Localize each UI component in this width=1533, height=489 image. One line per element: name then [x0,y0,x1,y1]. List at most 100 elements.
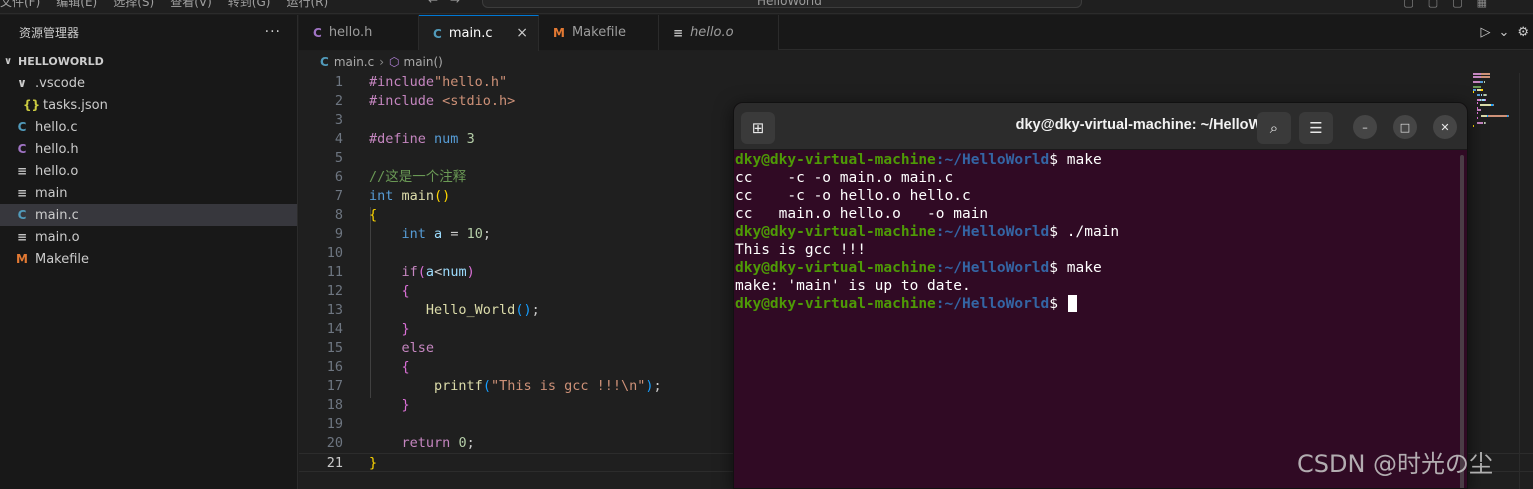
minimap[interactable] [1470,73,1526,133]
menu-item[interactable]: 文件(F) [0,0,40,10]
tree-item-tasks-json[interactable]: {} tasks.json [0,94,297,116]
minimap-line [1488,114,1507,117]
tree-item-hello-c[interactable]: Chello.c [0,116,297,138]
line-number: 12 [326,283,343,299]
file-tree: ∨ .vscode {} tasks.json Chello.c Chello.h ≡ hel… [0,72,297,270]
line-number: 9 [334,226,343,242]
minimap-line [1473,125,1474,127]
code-text: printf("This is gcc !!!\n"); [434,378,662,394]
workspace-section[interactable]: ∨ HELLOWORLD [0,50,297,72]
minimap-line [1508,114,1509,117]
minimap-line [1477,93,1480,96]
close-tab-icon[interactable]: × [516,25,528,41]
prompt-path: :~/HelloWorld [935,296,1050,312]
tree-item-label: main.o [35,229,80,245]
explorer-header: 资源管理器 ··· [0,15,297,49]
breadcrumb-symbol[interactable]: main() [404,55,443,69]
menu-button[interactable]: ☰ [1299,112,1333,144]
tree-item-main-c[interactable]: Cmain.c [0,204,297,226]
breadcrumb: C main.c › ⬡ main() [299,51,1533,73]
layout-sidebar-icon[interactable]: ▢ [1403,0,1413,9]
json-icon: {} [23,98,41,112]
line-number: 15 [326,340,343,356]
line-number: 17 [326,378,343,394]
menu-item[interactable]: 转到(G) [228,0,271,10]
tree-item--vscode[interactable]: ∨ .vscode [0,72,297,94]
code-line: 1 #include"hello.h" [299,73,1533,92]
editor-scrollbar[interactable] [1519,73,1533,489]
close-button[interactable]: ✕ [1433,115,1457,139]
tree-item-label: .vscode [35,75,85,91]
line-number: 14 [326,321,343,337]
settings-gear-icon[interactable]: ⚙ [1517,25,1529,40]
prompt-command: $ make [1049,260,1102,276]
object-file-icon: ≡ [16,164,28,178]
tree-item-makefile[interactable]: M Makefile [0,248,297,270]
terminal-titlebar[interactable]: ⊞ dky@dky-virtual-machine: ~/HelloWorld … [734,103,1467,150]
minimize-button[interactable]: – [1353,115,1377,139]
terminal-prompt-line: dky@dky-virtual-machine:~/HelloWorld$ [734,295,1467,313]
chevron-down-icon: ∨ [17,76,27,90]
layout-aux-icon[interactable]: ▢ [1452,0,1462,9]
run-icon[interactable]: ▷ [1480,25,1490,40]
tree-item-hello-o[interactable]: ≡ hello.o [0,160,297,182]
code-text: { [401,283,410,299]
tab-hello-h[interactable]: Chello.h [299,15,419,50]
terminal-output[interactable]: dky@dky-virtual-machine:~/HelloWorld$ ma… [734,151,1467,313]
line-number: 1 [334,74,343,90]
terminal-prompt-line: dky@dky-virtual-machine:~/HelloWorld$ ma… [734,259,1467,277]
makefile-icon: M [16,252,28,266]
search-button[interactable]: ⌕ [1257,112,1291,144]
tab-label: hello.h [328,25,373,40]
terminal-output-line: make: 'main' is up to date. [735,278,971,294]
tree-item-hello-h[interactable]: Chello.h [0,138,297,160]
layout-controls: ▢ ▢ ▢ ▦ [1403,0,1487,9]
terminal-window[interactable]: ⊞ dky@dky-virtual-machine: ~/HelloWorld … [733,102,1468,489]
code-text: #include <stdio.h> [369,93,516,109]
code-text: Hello_World(); [425,302,540,318]
prompt-user: dky@dky-virtual-machine [735,296,936,312]
line-number: 6 [334,169,343,185]
minimap-line [1486,93,1487,96]
menu-item[interactable]: 选择(S) [113,0,154,10]
line-number: 18 [326,397,343,413]
tab-hello-o[interactable]: ≡ hello.o [659,15,779,50]
customize-layout-icon[interactable]: ▦ [1477,0,1487,9]
tab-main-c[interactable]: Cmain.c × [419,15,539,51]
command-center[interactable]: HelloWorld [482,0,1082,8]
tree-item-main-o[interactable]: ≡ main.o [0,226,297,248]
menu-item[interactable]: 运行(R) [286,0,328,10]
line-number: 8 [334,207,343,223]
command-center-label: HelloWorld [757,0,822,8]
maximize-button[interactable]: □ [1393,115,1417,139]
prompt-path: :~/HelloWorld [935,224,1050,240]
tree-item-label: hello.o [35,163,79,179]
tab-makefile[interactable]: M Makefile [539,15,659,50]
tree-item-main[interactable]: ≡ main [0,182,297,204]
menu-item[interactable]: 编辑(E) [56,0,97,10]
explorer-title: 资源管理器 [19,25,80,40]
tree-item-label: main.c [35,207,79,223]
tree-item-label: Makefile [35,251,90,267]
more-actions-icon[interactable]: ··· [265,24,281,40]
code-text: int a = 10; [401,226,491,242]
layout-panel-icon[interactable]: ▢ [1428,0,1438,9]
code-text: #include"hello.h" [369,74,508,90]
prompt-user: dky@dky-virtual-machine [735,260,936,276]
breadcrumb-file[interactable]: main.c [334,55,374,69]
prompt-command: $ ./main [1049,224,1120,240]
menu-item[interactable]: 查看(V) [170,0,212,10]
breadcrumb-separator-icon: › [379,55,385,69]
editor-tabs: Chello.h Cmain.c × M Makefile ≡ hello.o ▷ ⌄ ⚙ [299,15,1533,51]
minimap-line [1477,112,1478,114]
explorer-sidebar: 资源管理器 ··· ∨ HELLOWORLD ∨ .vscode {} tasks.j… [0,15,298,489]
minimap-line [1481,88,1483,91]
chevron-down-icon: ∨ [4,55,13,67]
minimap-line [1485,122,1486,125]
minimap-line [1480,104,1491,107]
run-dropdown-icon[interactable]: ⌄ [1498,25,1509,40]
nav-arrows[interactable]: ← → [428,0,464,7]
line-number: 13 [326,302,343,318]
prompt-user: dky@dky-virtual-machine [735,224,936,240]
terminal-scrollbar[interactable] [1460,155,1464,488]
